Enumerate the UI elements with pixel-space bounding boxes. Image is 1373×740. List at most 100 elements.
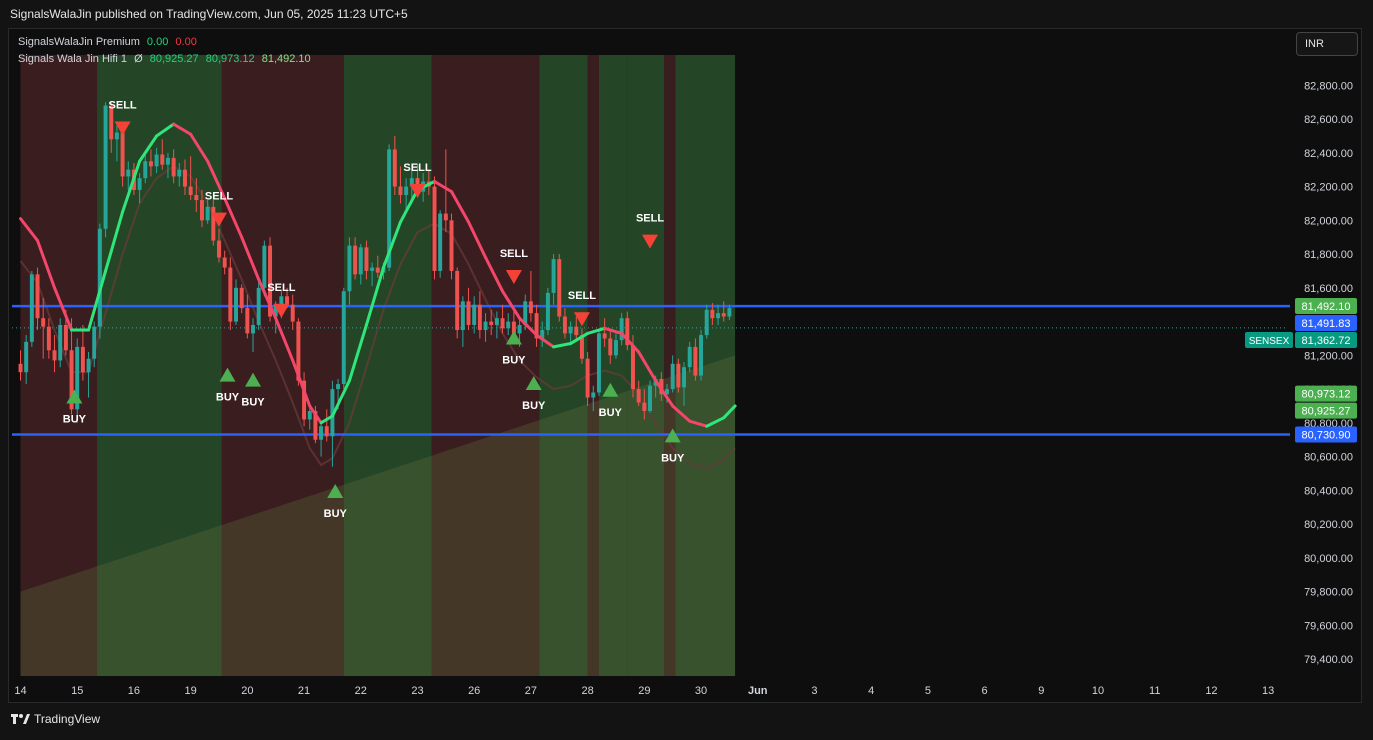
- candle-body[interactable]: [449, 220, 454, 271]
- candle-body[interactable]: [375, 267, 380, 273]
- candle-body[interactable]: [602, 333, 607, 339]
- candle-body[interactable]: [114, 132, 119, 140]
- candle-body[interactable]: [171, 157, 176, 177]
- candle-body[interactable]: [438, 213, 443, 271]
- candle-body[interactable]: [58, 324, 63, 361]
- candle-body[interactable]: [716, 313, 721, 319]
- candle-body[interactable]: [194, 195, 199, 201]
- candle-body[interactable]: [483, 321, 488, 331]
- candle-body[interactable]: [562, 316, 567, 334]
- candle-body[interactable]: [86, 358, 91, 373]
- candle-body[interactable]: [188, 186, 193, 196]
- candle-body[interactable]: [500, 318, 505, 329]
- candle-body[interactable]: [608, 338, 613, 356]
- candle-body[interactable]: [137, 178, 142, 190]
- candle-body[interactable]: [239, 287, 244, 309]
- candle-body[interactable]: [466, 301, 471, 325]
- candle-body[interactable]: [568, 326, 573, 334]
- candle-body[interactable]: [290, 304, 295, 322]
- candle-body[interactable]: [404, 186, 409, 196]
- candle-body[interactable]: [370, 267, 375, 271]
- candle-body[interactable]: [165, 157, 170, 165]
- candle-body[interactable]: [517, 324, 522, 334]
- candle-body[interactable]: [687, 346, 692, 368]
- candle-body[interactable]: [41, 318, 46, 327]
- candle-body[interactable]: [392, 149, 397, 187]
- candle-body[interactable]: [398, 186, 403, 196]
- candle-body[interactable]: [222, 257, 227, 268]
- candle-body[interactable]: [182, 169, 187, 187]
- candle-body[interactable]: [307, 411, 312, 420]
- legend-premium[interactable]: SignalsWalaJin Premium 0.00 0.00: [18, 34, 311, 51]
- candle-body[interactable]: [670, 363, 675, 390]
- candle-body[interactable]: [506, 321, 511, 329]
- candle-body[interactable]: [160, 154, 165, 165]
- candle-body[interactable]: [126, 169, 131, 177]
- candle-body[interactable]: [648, 385, 652, 412]
- candle-body[interactable]: [97, 228, 102, 327]
- candle-body[interactable]: [347, 245, 352, 292]
- candle-body[interactable]: [336, 384, 341, 390]
- candle-body[interactable]: [18, 363, 23, 373]
- candle-body[interactable]: [120, 132, 125, 177]
- candle-body[interactable]: [52, 350, 57, 361]
- candle-body[interactable]: [262, 245, 267, 288]
- candle-body[interactable]: [642, 402, 647, 412]
- candle-body[interactable]: [103, 105, 108, 229]
- candle-body[interactable]: [710, 309, 715, 319]
- candle-body[interactable]: [432, 186, 437, 271]
- candle-body[interactable]: [682, 367, 687, 388]
- candle-body[interactable]: [596, 333, 601, 393]
- candle-body[interactable]: [211, 206, 216, 241]
- candle-body[interactable]: [358, 247, 363, 275]
- candle-body[interactable]: [591, 392, 596, 398]
- candle-body[interactable]: [24, 341, 29, 373]
- candle-body[interactable]: [217, 240, 221, 258]
- candle-body[interactable]: [205, 206, 210, 221]
- candle-body[interactable]: [585, 358, 590, 398]
- candle-body[interactable]: [353, 245, 358, 275]
- candle-body[interactable]: [699, 335, 704, 376]
- candle-body[interactable]: [631, 345, 635, 390]
- candle-body[interactable]: [364, 247, 369, 271]
- candle-body[interactable]: [455, 270, 460, 331]
- candle-body[interactable]: [46, 326, 51, 351]
- candle-body[interactable]: [199, 200, 204, 221]
- candle-body[interactable]: [319, 426, 324, 440]
- tradingview-logo[interactable]: TradingView: [10, 712, 100, 726]
- candle-body[interactable]: [245, 308, 250, 334]
- candle-body[interactable]: [63, 324, 68, 351]
- candle-body[interactable]: [489, 321, 494, 325]
- candle-body[interactable]: [472, 304, 477, 325]
- candle-body[interactable]: [545, 292, 550, 331]
- candle-body[interactable]: [143, 161, 148, 179]
- candle-body[interactable]: [676, 363, 681, 388]
- legend-hifi[interactable]: Signals Wala Jin Hifi 1 Ø 80,925.27 80,9…: [18, 51, 311, 68]
- price-chart[interactable]: BUYSELLSELLBUY BUYSELLBUYSELLSELLBUYBUYSE…: [0, 0, 1373, 740]
- candle-body[interactable]: [234, 287, 238, 322]
- candle-body[interactable]: [557, 259, 562, 317]
- candle-body[interactable]: [574, 326, 579, 336]
- candle-body[interactable]: [324, 426, 329, 437]
- candle-body[interactable]: [613, 340, 618, 356]
- candle-body[interactable]: [460, 301, 465, 331]
- candle-body[interactable]: [251, 324, 256, 334]
- candle-body[interactable]: [228, 267, 233, 322]
- candle-body[interactable]: [92, 326, 97, 359]
- candle-body[interactable]: [341, 291, 346, 385]
- candle-body[interactable]: [35, 274, 40, 319]
- candle-body[interactable]: [551, 259, 556, 293]
- candle-body[interactable]: [528, 301, 533, 314]
- candle-body[interactable]: [29, 274, 34, 342]
- candle-body[interactable]: [636, 389, 641, 403]
- candle-body[interactable]: [693, 346, 698, 376]
- candle-body[interactable]: [177, 169, 182, 177]
- candle-body[interactable]: [443, 213, 448, 221]
- candle-body[interactable]: [727, 308, 732, 317]
- candle-body[interactable]: [494, 318, 499, 325]
- candle-body[interactable]: [477, 304, 482, 331]
- candle-body[interactable]: [154, 154, 159, 167]
- candle-body[interactable]: [256, 287, 261, 325]
- candle-body[interactable]: [721, 313, 726, 317]
- candle-body[interactable]: [704, 309, 709, 336]
